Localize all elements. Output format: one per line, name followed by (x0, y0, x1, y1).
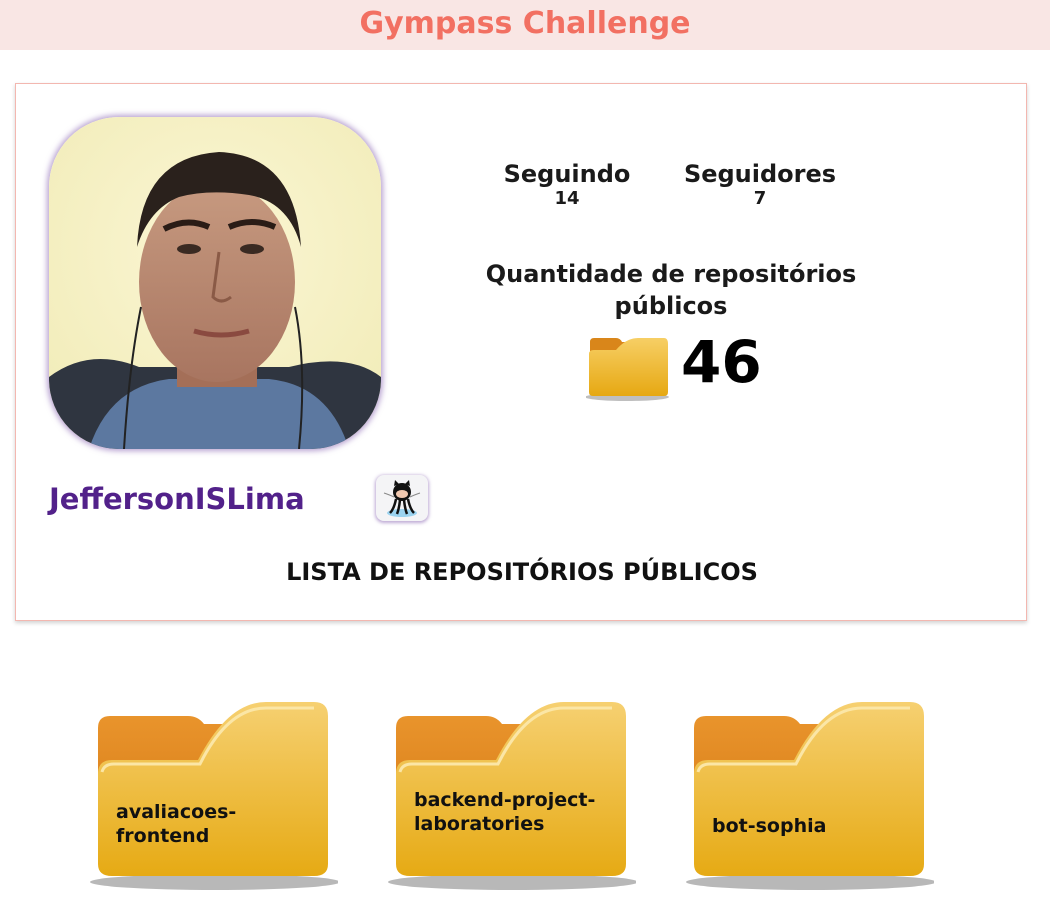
app-title: Gympass Challenge (359, 6, 691, 41)
github-profile-link[interactable] (376, 475, 428, 521)
repo-count-label: Quantidade de repositórios públicos (485, 260, 857, 320)
app-header: Gympass Challenge (0, 0, 1050, 50)
repo-list-title: LISTA DE REPOSITÓRIOS PÚBLICOS (286, 558, 758, 586)
folder-icon (90, 702, 338, 890)
followers-label: Seguidores (683, 160, 837, 188)
followers-stat: Seguidores 7 (660, 160, 860, 210)
folder-icon (585, 336, 672, 406)
repo-name: avaliacoes-frontend (116, 801, 237, 847)
repo-folder[interactable]: avaliacoes-frontend (88, 700, 338, 895)
avatar-image (49, 117, 381, 449)
repo-folder[interactable]: bot-sophia (684, 700, 934, 895)
following-label: Seguindo (503, 160, 631, 188)
followers-count: 7 (753, 188, 767, 209)
profile-card: JeffersonISLima Seguindo 14 Seguidores 7… (15, 83, 1027, 621)
folder-icon (686, 702, 934, 890)
github-octocat-icon (383, 480, 421, 517)
repo-name: backend-project-laboratories (414, 789, 596, 835)
following-stat: Seguindo 14 (467, 160, 667, 210)
avatar (49, 117, 381, 449)
username: JeffersonISLima (49, 482, 305, 516)
following-count: 14 (554, 188, 580, 209)
repo-count: 46 (681, 328, 762, 396)
repo-name: bot-sophia (712, 815, 827, 837)
repo-folder[interactable]: backend-project-laboratories (386, 700, 636, 895)
